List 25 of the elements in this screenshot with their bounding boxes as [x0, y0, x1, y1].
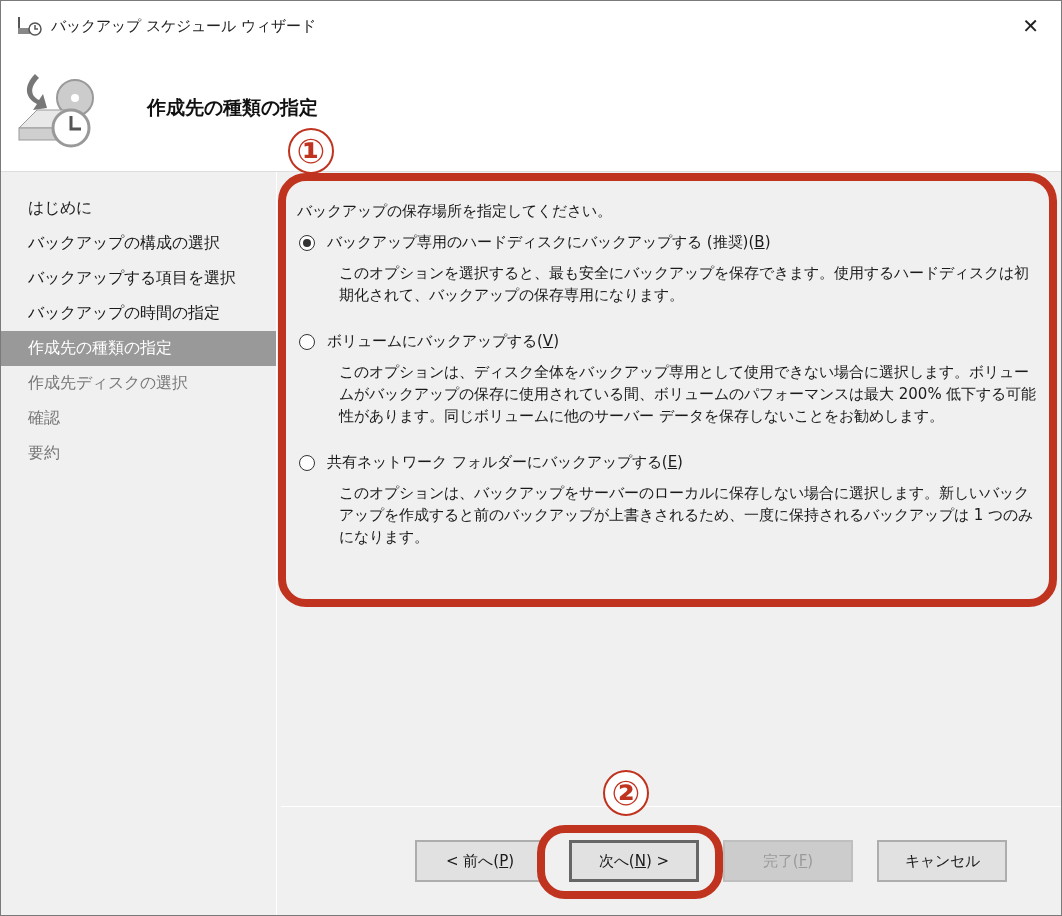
- window-title: バックアップ スケジュール ウィザード: [51, 16, 317, 36]
- option-label[interactable]: バックアップ専用のハードディスクにバックアップする (推奨)(B): [327, 233, 771, 252]
- page-heading: 作成先の種類の指定: [147, 95, 318, 120]
- option-description: このオプションは、バックアップをサーバーのローカルに保存しない場合に選択します。新しいバックアップを作成すると前のバックアップが上書きされるため、一度に保持されるバックアップは 1 つのみになります。: [339, 483, 1035, 548]
- wizard-step: バックアップする項目を選択: [1, 261, 276, 296]
- radio-button[interactable]: [299, 454, 315, 471]
- radio-button[interactable]: [299, 234, 315, 251]
- wizard-step: 作成先ディスクの選択: [1, 366, 276, 401]
- option-label[interactable]: ボリュームにバックアップする(V): [327, 332, 559, 351]
- close-button[interactable]: ✕: [1014, 14, 1047, 38]
- wizard-step: 確認: [1, 401, 276, 436]
- callout-number: ①: [288, 128, 334, 174]
- wizard-step: 作成先の種類の指定: [1, 331, 276, 366]
- wizard-step: バックアップの時間の指定: [1, 296, 276, 331]
- radio-button[interactable]: [299, 333, 315, 350]
- option-description: このオプションは、ディスク全体をバックアップ専用として使用できない場合に選択します。ボリュームがバックアップの保存に使用されている間、ボリュームのパフォーマンスは最大 200% 低下する可能性があります。同じボリュームに他のサーバー データを保存しないことをお勧めします。: [339, 362, 1038, 427]
- instruction-text: バックアップの保存場所を指定してください。: [297, 202, 613, 221]
- wizard-step: 要約: [1, 436, 276, 471]
- wizard-step: バックアップの構成の選択: [1, 226, 276, 261]
- wizard-step: はじめに: [1, 191, 276, 226]
- next-button[interactable]: 次へ(N) >: [569, 840, 699, 882]
- backup-clock-icon: [15, 15, 43, 37]
- option-description: このオプションを選択すると、最も安全にバックアップを保存できます。使用するハードディスクは初期化されて、バックアップの保存専用になります。: [339, 263, 1030, 306]
- cancel-button[interactable]: キャンセル: [877, 840, 1007, 882]
- option-label[interactable]: 共有ネットワーク フォルダーにバックアップする(E): [327, 453, 683, 472]
